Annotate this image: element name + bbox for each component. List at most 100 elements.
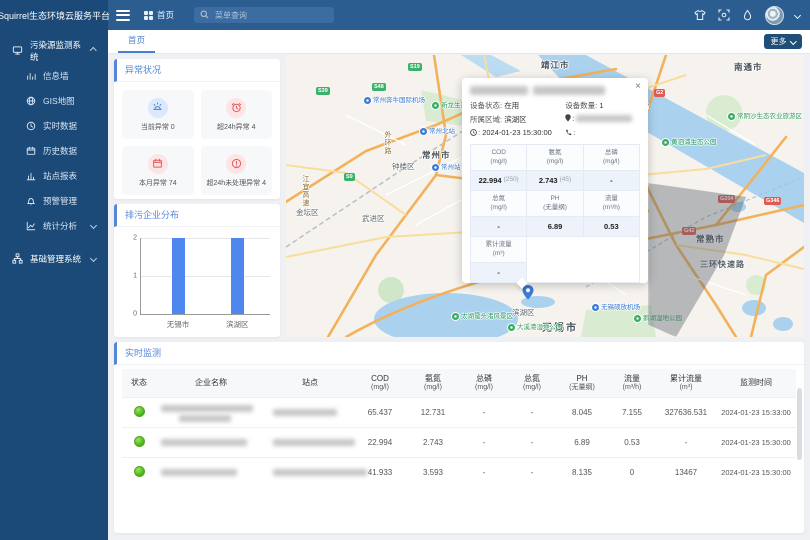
chevron-down-icon — [90, 255, 97, 262]
table-scrollbar[interactable] — [797, 388, 802, 460]
menu-collapse-icon[interactable] — [116, 10, 130, 21]
sidebar-item-gis-map[interactable]: GIS地图 — [0, 88, 108, 113]
road-shield: G2 — [654, 89, 665, 97]
map-city-label: 南通市 — [734, 61, 763, 73]
map-poi-airport: 常州奔牛国际机场 — [364, 97, 410, 104]
search-input[interactable] — [213, 10, 328, 21]
y-tick: 2 — [133, 235, 137, 242]
map-road-label: 江宜高速 — [300, 175, 310, 207]
bar-wuxi — [172, 238, 185, 314]
x-label: 无锡市 — [167, 319, 190, 330]
topbar-home-link[interactable]: 首页 — [144, 9, 174, 21]
card-over24h-abnormal[interactable]: 超24h异常 4 — [201, 90, 273, 139]
sitemap-icon — [12, 253, 23, 264]
y-tick: 0 — [133, 311, 137, 318]
abnormal-status-panel: 异常状况 当前异常 0 超24h异常 4 本月异常 74 超24h未处理异常 4 — [114, 59, 280, 199]
redacted-site-name — [266, 458, 354, 488]
device-info-popup: × 设备状态: 在用 设备数量: 1 所属区域: 滨湖区 : : 2024-01… — [462, 78, 648, 283]
calendar-icon — [148, 154, 168, 174]
sidebar-item-history-data[interactable]: 历史数据 — [0, 138, 108, 163]
info-wall-icon — [25, 70, 36, 81]
alert-circle-icon — [226, 154, 246, 174]
map-poi-scenic: 太湖鼋头渚风景区 — [452, 313, 500, 320]
sidebar-item-site-report[interactable]: 站点报表 — [0, 163, 108, 188]
table-row[interactable]: 41.933 3.593 - - 8.135 0 13467 2024-01-2… — [122, 458, 796, 488]
redacted-company-name — [156, 458, 266, 488]
map-district-label: 滨湖区 — [512, 307, 535, 318]
monitor-icon — [12, 45, 23, 56]
theme-skin-icon[interactable] — [693, 9, 706, 22]
road-shield: S9 — [344, 173, 355, 181]
redacted-address — [576, 115, 632, 122]
chevron-down-icon — [790, 38, 796, 44]
poi-dot-icon — [432, 164, 439, 171]
map-marker-pin[interactable] — [522, 285, 534, 305]
enterprise-distribution-panel: 排污企业分布 2 1 0 无锡市 滨湖区 — [114, 204, 280, 337]
card-over24h-unhandled-abnormal[interactable]: 超24h未处理异常 4 — [201, 146, 273, 195]
map-district-label: 钟楼区 — [392, 161, 415, 172]
road-shield: S39 — [316, 87, 330, 95]
card-month-abnormal[interactable]: 本月异常 74 — [122, 146, 194, 195]
sidebar-nav: 污染源监测系统 信息墙 GIS地图 实时数据 历史数据 站点报表 预警管理 统计… — [0, 30, 108, 540]
x-label: 滨湖区 — [226, 319, 249, 330]
chevron-down-icon — [90, 222, 97, 229]
siren-icon — [148, 98, 168, 118]
map-poi-scenic: 常阴沙生态农业旅游区 — [728, 113, 778, 120]
clock-icon — [470, 129, 477, 138]
map-district-label: 武进区 — [362, 213, 385, 224]
map-poi-station: 常州北站 — [420, 128, 455, 135]
phone-icon — [565, 129, 572, 138]
sidebar-item-pollution-monitor-system[interactable]: 污染源监测系统 — [0, 38, 108, 63]
grid-icon — [144, 11, 153, 20]
location-pin-icon — [565, 114, 571, 124]
globe-icon — [25, 95, 36, 106]
poi-dot-icon — [592, 304, 599, 311]
redacted-site-name — [266, 398, 354, 428]
map-poi-station: 常州站 — [432, 164, 461, 171]
chevron-up-icon — [90, 47, 97, 54]
device-count-label: 设备数量: — [565, 101, 597, 110]
card-current-abnormal[interactable]: 当前异常 0 — [122, 90, 194, 139]
sidebar-item-warning-management[interactable]: 预警管理 — [0, 188, 108, 213]
map-poi-airport: 无锡硕放机场 — [592, 304, 640, 311]
more-button[interactable]: 更多 — [764, 34, 803, 49]
screenshot-icon[interactable] — [717, 9, 730, 22]
bar-chart: 2 1 0 无锡市 滨湖区 — [140, 238, 270, 315]
line-chart-icon — [25, 220, 36, 231]
user-avatar[interactable] — [765, 6, 784, 25]
alarm-clock-icon — [226, 98, 246, 118]
road-shield: S48 — [372, 83, 386, 91]
y-tick: 1 — [133, 273, 137, 280]
bar-binhu — [231, 238, 244, 314]
sidebar-item-base-management-system[interactable]: 基础管理系统 — [0, 246, 108, 271]
popup-datetime: 2024-01-23 15:30:00 — [482, 128, 552, 137]
redacted-company-name — [156, 398, 266, 428]
user-menu-chevron-icon[interactable] — [794, 11, 801, 18]
table-row[interactable]: 65.437 12.731 - - 8.045 7.155 327636.531… — [122, 398, 796, 428]
gis-map[interactable]: 靖江市 南通市 张家港市 常州市 钟楼区 金坛区 武进区 常熟市 滨湖区 无锡市… — [286, 55, 804, 337]
table-row[interactable]: 22.994 2.743 - - 6.89 0.53 - 2024-01-23 … — [122, 428, 796, 458]
clock-icon — [25, 120, 36, 131]
region-label: 所属区域: — [470, 115, 502, 124]
status-dot-green — [134, 406, 145, 417]
road-shield: G346 — [764, 197, 781, 205]
app-logo: Squirrel生态环境云服务平台 — [0, 0, 108, 30]
table-header-row: 状态 企业名称 站点 COD(mg/l) 氨氮(mg/l) 总磷(mg/l) 总… — [122, 369, 796, 398]
road-shield: S19 — [408, 63, 422, 71]
panel-title: 排污企业分布 — [114, 204, 280, 227]
region-value: 滨湖区 — [504, 115, 527, 124]
topbar-home-label: 首页 — [157, 9, 174, 21]
poi-dot-icon — [420, 128, 427, 135]
drop-icon[interactable] — [741, 9, 754, 22]
sidebar-item-statistics-analysis[interactable]: 统计分析 — [0, 213, 108, 238]
alarm-bell-icon — [25, 195, 36, 206]
close-icon[interactable]: × — [635, 82, 641, 92]
search-icon — [200, 6, 209, 24]
menu-search-box[interactable] — [194, 7, 334, 23]
sidebar-item-realtime-data[interactable]: 实时数据 — [0, 113, 108, 138]
tab-home[interactable]: 首页 — [118, 30, 155, 53]
popup-metrics-table: COD(mg/l) 氨氮(mg/l) 总磷(mg/l) 22.994(250) … — [470, 144, 640, 283]
bar-chart-icon — [25, 170, 36, 181]
tab-bar: 首页 更多 — [108, 30, 810, 54]
sidebar-item-info-wall[interactable]: 信息墙 — [0, 63, 108, 88]
